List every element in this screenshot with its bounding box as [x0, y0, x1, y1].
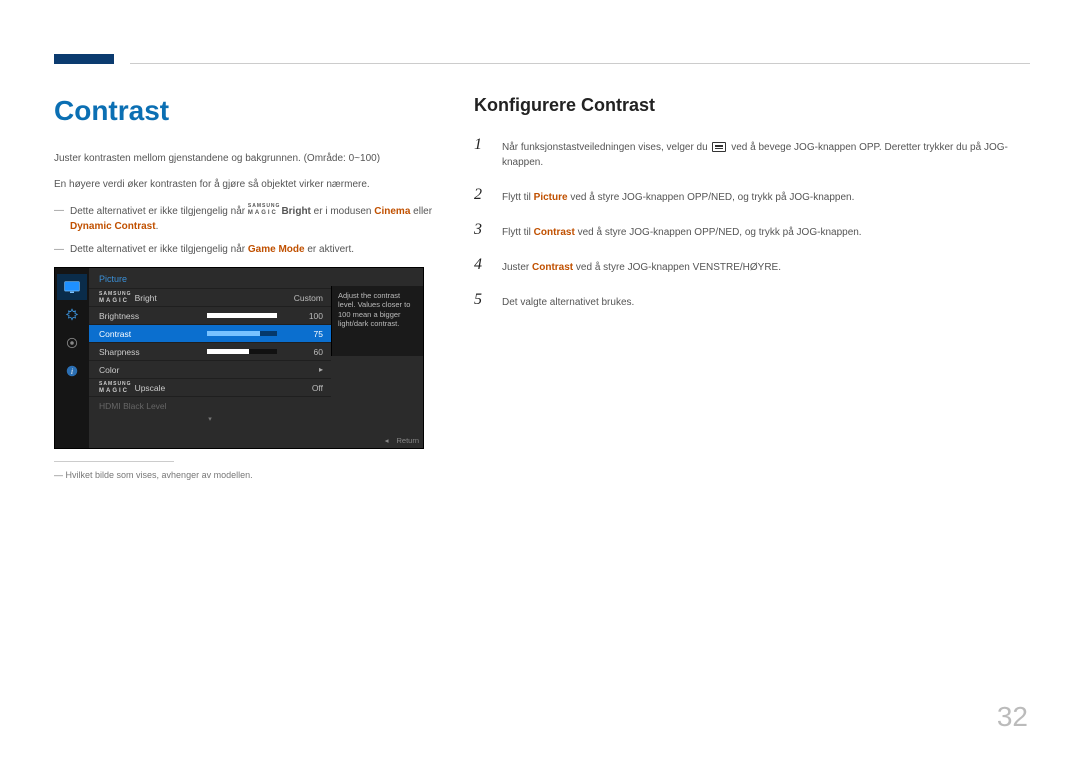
page-number: 32 — [997, 701, 1028, 733]
step-number: 1 — [474, 136, 488, 170]
osd-slider — [207, 349, 277, 354]
osd-value: Custom — [263, 293, 323, 303]
note-text: er i modusen — [311, 206, 374, 217]
note-bright: Bright — [281, 206, 310, 217]
step-text: ved å styre JOG-knappen VENSTRE/HØYRE. — [573, 262, 781, 273]
step-number: 4 — [474, 256, 488, 275]
note-text: . — [156, 221, 159, 232]
osd-label: Color — [99, 365, 283, 375]
footnote: ― Hvilket bilde som vises, avhenger av m… — [54, 470, 434, 480]
note-dynamic-contrast: Dynamic Contrast — [70, 221, 156, 232]
note-text: er aktivert. — [305, 244, 354, 255]
step-number: 5 — [474, 291, 488, 310]
osd-footer: ◂ Return — [385, 436, 419, 445]
osd-icon-info: i — [57, 358, 87, 384]
osd-row-sharpness: Sharpness 60 — [89, 342, 331, 360]
osd-icon-settings — [57, 330, 87, 356]
osd-row-contrast: Contrast 75 — [89, 324, 331, 342]
osd-value: Off — [283, 383, 323, 393]
samsung-magic-logo: SAMSUNGMAGIC — [99, 291, 132, 305]
osd-title: Picture — [89, 268, 423, 288]
note-2: ― Dette alternativet er ikke tilgjengeli… — [54, 242, 434, 257]
osd-row-brightness: Brightness 100 — [89, 306, 331, 324]
dash-icon: ― — [54, 242, 64, 257]
menu-icon — [712, 142, 726, 152]
step-text: ved å styre JOG-knappen OPP/NED, og tryk… — [575, 227, 862, 238]
intro-line-1: Juster kontrasten mellom gjenstandene og… — [54, 151, 434, 167]
osd-value: 100 — [283, 311, 323, 321]
osd-label: Contrast — [99, 329, 201, 339]
step-text: Juster — [502, 262, 532, 273]
osd-icon-picture — [57, 274, 87, 300]
osd-value: 75 — [283, 329, 323, 339]
step-number: 2 — [474, 186, 488, 205]
osd-row-color: Color ▸ — [89, 360, 331, 378]
step-keyword: Contrast — [532, 262, 573, 273]
step-3: 3 Flytt til Contrast ved å styre JOG-kna… — [474, 221, 1030, 240]
chevron-left-icon: ◂ — [385, 436, 389, 445]
samsung-magic-logo: SAMSUNGMAGIC — [99, 381, 132, 395]
step-text: ved å styre JOG-knappen OPP/NED, og tryk… — [568, 192, 855, 203]
osd-slider — [207, 331, 277, 336]
step-1: 1 Når funksjonstastveiledningen vises, v… — [474, 136, 1030, 170]
chevron-down-icon: ▾ — [89, 415, 331, 423]
step-number: 3 — [474, 221, 488, 240]
footnote-rule — [54, 461, 174, 462]
osd-value: 60 — [283, 347, 323, 357]
intro-line-2: En høyere verdi øker kontrasten for å gj… — [54, 177, 434, 193]
osd-label: Upscale — [135, 383, 166, 393]
step-text: Flytt til — [502, 192, 534, 203]
osd-row-hdmi-black: HDMI Black Level — [89, 396, 331, 414]
osd-row-magic-upscale: SAMSUNGMAGICUpscale Off — [89, 378, 331, 396]
osd-label: HDMI Black Level — [99, 401, 283, 411]
step-text: Det valgte alternativet brukes. — [502, 291, 634, 310]
step-2: 2 Flytt til Picture ved å styre JOG-knap… — [474, 186, 1030, 205]
osd-tooltip: Adjust the contrast level. Values closer… — [331, 286, 423, 356]
step-text: Når funksjonstastveiledningen vises, vel… — [502, 142, 710, 153]
note-text: Dette alternativet er ikke tilgjengelig … — [70, 206, 248, 217]
note-text: eller — [410, 206, 432, 217]
dash-icon: ― — [54, 470, 63, 480]
osd-label: Bright — [135, 293, 157, 303]
page-title: Contrast — [54, 95, 434, 127]
note-1: ― Dette alternativet er ikke tilgjengeli… — [54, 203, 434, 234]
step-keyword: Contrast — [534, 227, 575, 238]
note-text: Dette alternativet er ikke tilgjengelig … — [70, 244, 248, 255]
step-text: Flytt til — [502, 227, 534, 238]
note-game-mode: Game Mode — [248, 244, 305, 255]
osd-label: Brightness — [99, 311, 201, 321]
osd-icon-options — [57, 302, 87, 328]
chevron-right-icon: ▸ — [283, 365, 323, 374]
step-keyword: Picture — [534, 192, 568, 203]
osd-label: Sharpness — [99, 347, 201, 357]
chapter-mark — [54, 54, 114, 64]
step-4: 4 Juster Contrast ved å styre JOG-knappe… — [474, 256, 1030, 275]
osd-return-label: Return — [396, 436, 419, 445]
osd-sidebar: i — [55, 268, 89, 448]
dash-icon: ― — [54, 203, 64, 234]
footnote-text: Hvilket bilde som vises, avhenger av mod… — [66, 470, 253, 480]
osd-row-magic-bright: SAMSUNGMAGICBright Custom — [89, 288, 331, 306]
section-title: Konfigurere Contrast — [474, 95, 1030, 116]
osd-slider — [207, 313, 277, 318]
note-cinema: Cinema — [374, 206, 410, 217]
header-rule — [130, 63, 1030, 64]
osd-screenshot: i Picture SAMSUNGMAGICBright Custom Brig… — [54, 267, 424, 449]
step-5: 5 Det valgte alternativet brukes. — [474, 291, 1030, 310]
samsung-magic-logo: SAMSUNGMAGIC — [248, 203, 281, 217]
